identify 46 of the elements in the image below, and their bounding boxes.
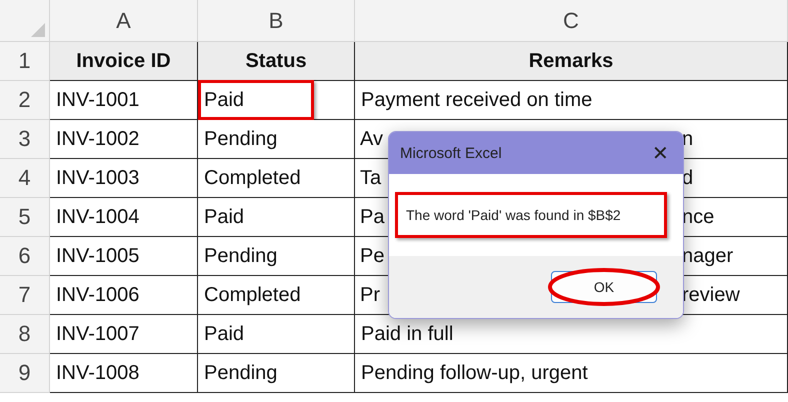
cell-text: Pa: [360, 206, 384, 228]
table-cell: Completed: [198, 159, 355, 198]
select-all-icon[interactable]: [31, 23, 45, 37]
table-cell: INV-1003: [50, 159, 198, 198]
dialog-title: Microsoft Excel: [400, 144, 502, 162]
table-cell: Pending: [198, 354, 355, 393]
row-header[interactable]: 4: [0, 159, 50, 198]
table-cell: INV-1005: [50, 237, 198, 276]
table-cell: INV-1002: [50, 120, 198, 159]
cell-text: Av: [360, 128, 383, 150]
cell-text: review: [682, 284, 740, 306]
table-cell: Pending: [198, 120, 355, 159]
header-cell: Status: [198, 42, 355, 81]
cell-text: Ta: [360, 166, 382, 190]
table-cell: INV-1001: [50, 81, 198, 120]
header-cell: Remarks: [355, 42, 788, 81]
column-header[interactable]: C: [355, 0, 788, 42]
table-cell: Pending: [198, 237, 355, 276]
table-cell: Completed: [198, 276, 355, 315]
table-cell: Paid: [198, 315, 355, 354]
table-cell: INV-1007: [50, 315, 198, 354]
table-cell: Payment received on time: [355, 81, 788, 120]
row-header[interactable]: 1: [0, 42, 50, 81]
cell-text: Pr: [360, 284, 380, 306]
row-header[interactable]: 8: [0, 315, 50, 354]
close-button[interactable]: ✕: [652, 140, 669, 166]
cell-text: Pe: [360, 244, 384, 268]
row-header[interactable]: 5: [0, 198, 50, 237]
row-header[interactable]: 7: [0, 276, 50, 315]
table-cell: Paid: [198, 198, 355, 237]
row-header[interactable]: 6: [0, 237, 50, 276]
table-cell: Paid in full: [355, 315, 788, 354]
dialog-message: The word 'Paid' was found in $B$2: [395, 192, 667, 238]
cell-text: nce: [682, 206, 714, 228]
row-header[interactable]: 2: [0, 81, 50, 120]
row-header[interactable]: 9: [0, 354, 50, 393]
table-cell: INV-1008: [50, 354, 198, 393]
column-header[interactable]: A: [50, 0, 198, 42]
table-cell: INV-1006: [50, 276, 198, 315]
row-header[interactable]: 3: [0, 120, 50, 159]
header-cell: Invoice ID: [50, 42, 198, 81]
table-cell: Paid: [198, 81, 355, 120]
table-cell: Pending follow-up, urgent: [355, 354, 788, 393]
table-cell: INV-1004: [50, 198, 198, 237]
column-header[interactable]: B: [198, 0, 355, 42]
cell-text: nager: [682, 244, 734, 268]
